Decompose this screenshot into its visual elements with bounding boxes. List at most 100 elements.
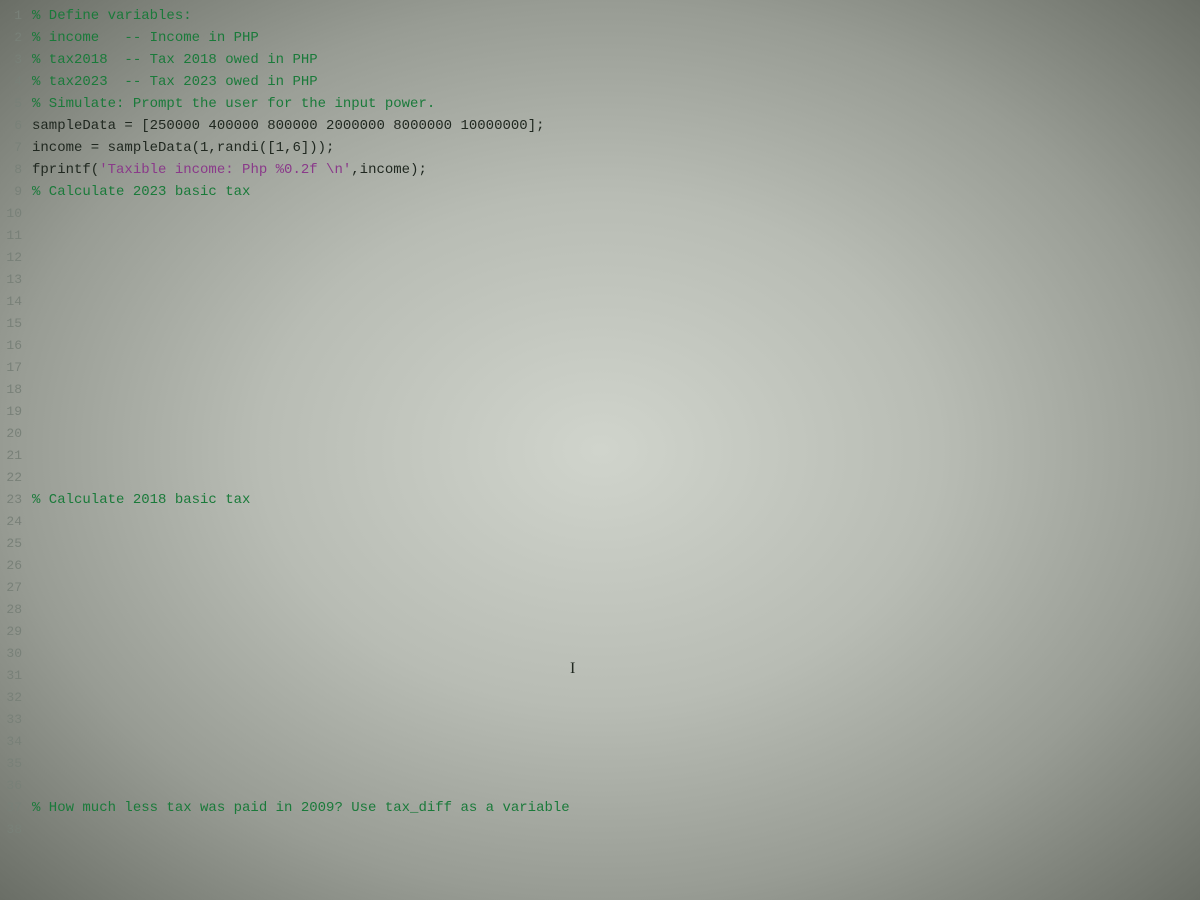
line-number: 31 xyxy=(0,665,28,687)
code-line[interactable]: 20 xyxy=(0,423,1200,445)
line-number: 22 xyxy=(0,467,28,489)
line-number: 13 xyxy=(0,269,28,291)
code-line[interactable]: 32 xyxy=(0,687,1200,709)
code-line[interactable]: 33 xyxy=(0,709,1200,731)
line-number: 5 xyxy=(0,93,28,115)
text-cursor-icon: I xyxy=(570,660,575,678)
line-number: 17 xyxy=(0,357,28,379)
line-content[interactable]: % tax2018 -- Tax 2018 owed in PHP xyxy=(28,49,318,71)
line-number: 33 xyxy=(0,709,28,731)
line-number: 37 xyxy=(0,797,28,819)
code-token: income = sampleData(1,randi([1,6])); xyxy=(32,140,334,156)
code-line[interactable]: 23% Calculate 2018 basic tax xyxy=(0,489,1200,511)
code-line[interactable]: 13 xyxy=(0,269,1200,291)
code-line[interactable]: 5% Simulate: Prompt the user for the inp… xyxy=(0,93,1200,115)
line-number: 36 xyxy=(0,775,28,797)
code-line[interactable]: 38 xyxy=(0,819,1200,841)
line-number: 12 xyxy=(0,247,28,269)
line-content[interactable]: % How much less tax was paid in 2009? Us… xyxy=(28,797,570,819)
line-number: 16 xyxy=(0,335,28,357)
code-line[interactable]: 1% Define variables: xyxy=(0,5,1200,27)
line-content[interactable]: % income -- Income in PHP xyxy=(28,27,259,49)
code-token: % Calculate 2018 basic tax xyxy=(32,492,250,508)
line-number: 24 xyxy=(0,511,28,533)
line-number: 34 xyxy=(0,731,28,753)
code-line[interactable]: 34 xyxy=(0,731,1200,753)
line-number: 1 xyxy=(0,5,28,27)
code-token: % tax2018 -- Tax 2018 owed in PHP xyxy=(32,52,318,68)
code-line[interactable]: 36 xyxy=(0,775,1200,797)
line-number: 6 xyxy=(0,115,28,137)
code-line[interactable]: 3% tax2018 -- Tax 2018 owed in PHP xyxy=(0,49,1200,71)
line-number: 38 xyxy=(0,819,28,841)
code-line[interactable]: 25 xyxy=(0,533,1200,555)
line-content[interactable]: % Simulate: Prompt the user for the inpu… xyxy=(28,93,435,115)
code-line[interactable]: 11 xyxy=(0,225,1200,247)
code-line[interactable]: 2% income -- Income in PHP xyxy=(0,27,1200,49)
line-content[interactable]: % Define variables: xyxy=(28,5,192,27)
code-line[interactable]: 16 xyxy=(0,335,1200,357)
line-content[interactable]: % Calculate 2023 basic tax xyxy=(28,181,250,203)
line-number: 30 xyxy=(0,643,28,665)
line-number: 35 xyxy=(0,753,28,775)
code-line[interactable]: 24 xyxy=(0,511,1200,533)
line-number: 23 xyxy=(0,489,28,511)
code-line[interactable]: 18 xyxy=(0,379,1200,401)
code-token: 'Taxible income: Php %0.2f \n' xyxy=(99,162,351,178)
code-line[interactable]: 35 xyxy=(0,753,1200,775)
line-content[interactable]: income = sampleData(1,randi([1,6])); xyxy=(28,137,334,159)
code-token: % Define variables: xyxy=(32,8,192,24)
code-line[interactable]: 17 xyxy=(0,357,1200,379)
line-content[interactable]: fprintf('Taxible income: Php %0.2f \n',i… xyxy=(28,159,427,181)
code-line[interactable]: 15 xyxy=(0,313,1200,335)
code-line[interactable]: 6sampleData = [250000 400000 800000 2000… xyxy=(0,115,1200,137)
line-number: 19 xyxy=(0,401,28,423)
code-token: % How much less tax was paid in 2009? Us… xyxy=(32,800,570,816)
code-line[interactable]: 7income = sampleData(1,randi([1,6])); xyxy=(0,137,1200,159)
line-number: 29 xyxy=(0,621,28,643)
code-line[interactable]: 21 xyxy=(0,445,1200,467)
line-number: 3 xyxy=(0,49,28,71)
line-number: 32 xyxy=(0,687,28,709)
code-token: ,income); xyxy=(351,162,427,178)
code-line[interactable]: 29 xyxy=(0,621,1200,643)
code-line[interactable]: 27 xyxy=(0,577,1200,599)
line-number: 21 xyxy=(0,445,28,467)
line-content[interactable]: % Calculate 2018 basic tax xyxy=(28,489,250,511)
code-token: % income -- Income in PHP xyxy=(32,30,259,46)
code-line[interactable]: 22 xyxy=(0,467,1200,489)
line-number: 27 xyxy=(0,577,28,599)
code-line[interactable]: 9% Calculate 2023 basic tax xyxy=(0,181,1200,203)
line-number: 4 xyxy=(0,71,28,93)
code-token: 250000 400000 800000 2000000 8000000 100… xyxy=(150,118,528,134)
code-line[interactable]: 26 xyxy=(0,555,1200,577)
code-token: % Calculate 2023 basic tax xyxy=(32,184,250,200)
line-content[interactable]: % tax2023 -- Tax 2023 owed in PHP xyxy=(28,71,318,93)
code-line[interactable]: 12 xyxy=(0,247,1200,269)
line-number: 11 xyxy=(0,225,28,247)
code-line[interactable]: 30 xyxy=(0,643,1200,665)
code-line[interactable]: 19 xyxy=(0,401,1200,423)
code-line[interactable]: 10 xyxy=(0,203,1200,225)
code-line[interactable]: 14 xyxy=(0,291,1200,313)
code-line[interactable]: 37% How much less tax was paid in 2009? … xyxy=(0,797,1200,819)
line-number: 2 xyxy=(0,27,28,49)
code-line[interactable]: 4% tax2023 -- Tax 2023 owed in PHP xyxy=(0,71,1200,93)
code-line[interactable]: 8fprintf('Taxible income: Php %0.2f \n',… xyxy=(0,159,1200,181)
line-number: 18 xyxy=(0,379,28,401)
line-number: 8 xyxy=(0,159,28,181)
code-token: ]; xyxy=(528,118,545,134)
line-number: 25 xyxy=(0,533,28,555)
code-line[interactable]: 31 xyxy=(0,665,1200,687)
line-content[interactable]: sampleData = [250000 400000 800000 20000… xyxy=(28,115,545,137)
line-number: 20 xyxy=(0,423,28,445)
line-number: 28 xyxy=(0,599,28,621)
line-number: 26 xyxy=(0,555,28,577)
line-number: 15 xyxy=(0,313,28,335)
code-token: % Simulate: Prompt the user for the inpu… xyxy=(32,96,435,112)
code-token: sampleData = [ xyxy=(32,118,150,134)
code-line[interactable]: 28 xyxy=(0,599,1200,621)
code-token: % tax2023 -- Tax 2023 owed in PHP xyxy=(32,74,318,90)
line-number: 9 xyxy=(0,181,28,203)
code-editor[interactable]: 1% Define variables:2% income -- Income … xyxy=(0,0,1200,900)
